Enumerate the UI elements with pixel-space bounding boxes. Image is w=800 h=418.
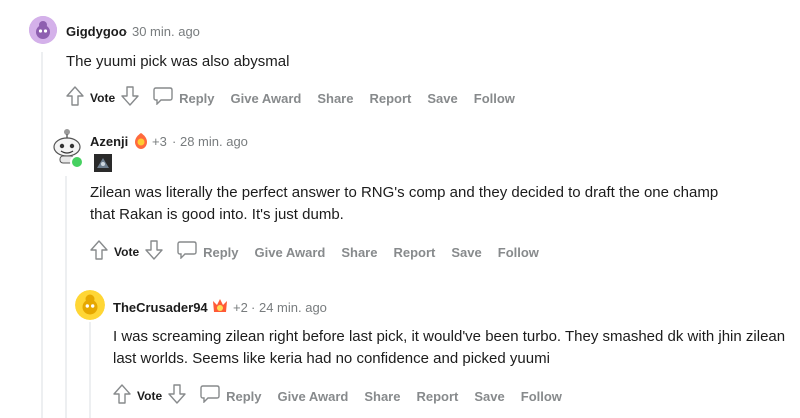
- comment-actions: Vote Reply Give Award Share Report Save …: [90, 239, 555, 265]
- downvote-icon[interactable]: [145, 239, 163, 265]
- separator: ·: [124, 24, 129, 39]
- score-badge: +2: [233, 300, 248, 315]
- comment-bubble-icon: [153, 86, 173, 110]
- report-button[interactable]: Report: [369, 91, 411, 106]
- avatar[interactable]: [75, 290, 105, 320]
- user-flair-image-icon: [94, 154, 112, 177]
- comment-actions: Vote Reply Give Award Share Report Save …: [66, 85, 531, 111]
- reply-label: Reply: [226, 388, 262, 404]
- username[interactable]: Gigdygoo: [66, 24, 127, 39]
- give-award-button[interactable]: Give Award: [231, 91, 302, 106]
- comment-actions: Vote Reply Give Award Share Report Save …: [113, 383, 578, 409]
- vote-count: Vote: [90, 91, 116, 105]
- comment-bubble-icon: [177, 240, 197, 264]
- reply-button[interactable]: Reply: [153, 86, 215, 110]
- flair-badge-icon[interactable]: [133, 132, 149, 155]
- timestamp: · 24 min. ago: [251, 300, 327, 315]
- avatar[interactable]: [29, 16, 57, 44]
- comment-thecrusader94: TheCrusader94 +2 · 24 min. ago I was scr…: [0, 280, 800, 418]
- save-button[interactable]: Save: [451, 245, 481, 260]
- downvote-icon[interactable]: [121, 85, 139, 111]
- comment-body: Zilean was literally the perfect answer …: [90, 184, 719, 223]
- follow-button[interactable]: Follow: [474, 91, 515, 106]
- reply-label: Reply: [179, 90, 215, 106]
- follow-button[interactable]: Follow: [521, 389, 562, 404]
- comment-azenji: Azenji +3 · 28 min. ago Zilean was liter…: [0, 120, 800, 270]
- upvote-icon[interactable]: [66, 85, 84, 111]
- vote-count: Vote: [137, 389, 163, 403]
- time-text[interactable]: 28 min. ago: [180, 134, 248, 149]
- give-award-button[interactable]: Give Award: [278, 389, 349, 404]
- online-indicator: [70, 155, 84, 169]
- score-badge: +3: [152, 134, 167, 149]
- username[interactable]: TheCrusader94: [113, 300, 208, 315]
- share-button[interactable]: Share: [341, 245, 377, 260]
- share-button[interactable]: Share: [364, 389, 400, 404]
- reply-label: Reply: [203, 244, 239, 260]
- report-button[interactable]: Report: [416, 389, 458, 404]
- timestamp: · 30 min. ago: [124, 24, 200, 39]
- time-text[interactable]: 30 min. ago: [132, 24, 200, 39]
- reply-button[interactable]: Reply: [177, 240, 239, 264]
- upvote-icon[interactable]: [90, 239, 108, 265]
- follow-button[interactable]: Follow: [498, 245, 539, 260]
- separator: ·: [172, 134, 177, 149]
- flair-badge-icon[interactable]: [211, 297, 229, 320]
- comment-body: I was screaming zilean right before last…: [113, 328, 786, 367]
- separator: ·: [251, 300, 256, 315]
- vote-count: Vote: [114, 245, 140, 259]
- time-text[interactable]: 24 min. ago: [259, 300, 327, 315]
- comment-gigdygoo: Gigdygoo · 30 min. ago The yuumi pick wa…: [0, 0, 800, 120]
- save-button[interactable]: Save: [474, 389, 504, 404]
- comment-bubble-icon: [200, 384, 220, 408]
- give-award-button[interactable]: Give Award: [255, 245, 326, 260]
- reply-button[interactable]: Reply: [200, 384, 262, 408]
- comment-body: The yuumi pick was also abysmal: [66, 53, 290, 70]
- downvote-icon[interactable]: [168, 383, 186, 409]
- share-button[interactable]: Share: [317, 91, 353, 106]
- upvote-icon[interactable]: [113, 383, 131, 409]
- timestamp: · 28 min. ago: [172, 134, 248, 149]
- report-button[interactable]: Report: [393, 245, 435, 260]
- save-button[interactable]: Save: [427, 91, 457, 106]
- username[interactable]: Azenji: [90, 134, 128, 149]
